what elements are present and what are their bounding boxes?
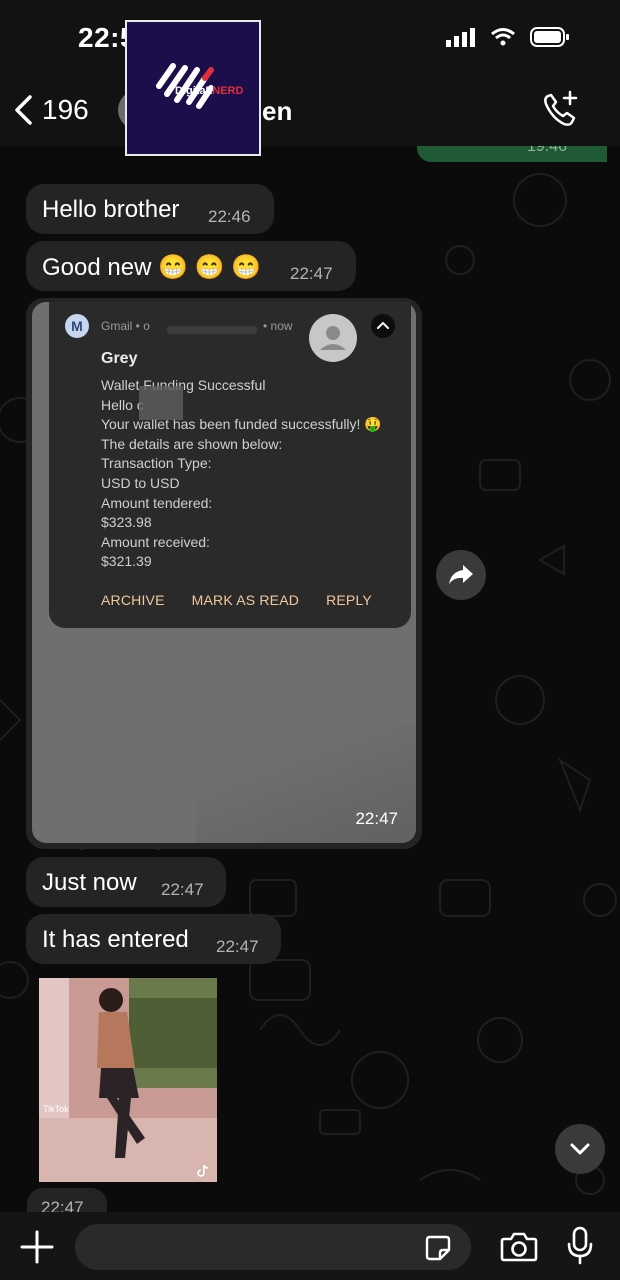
voice-message-button[interactable] (566, 1226, 594, 1271)
redaction-bar (167, 326, 257, 334)
reply-action: REPLY (326, 592, 372, 608)
expand-notification-button (371, 314, 395, 338)
received-message[interactable]: Hello brother 22:46 (26, 184, 274, 234)
received-message[interactable]: It has entered 22:47 (26, 914, 281, 964)
signal-icon (446, 28, 475, 47)
video-message-thumbnail[interactable]: TikTok (39, 978, 217, 1182)
archive-action: ARCHIVE (101, 592, 165, 608)
redaction-blur (139, 386, 183, 420)
message-text: It has entered (42, 926, 189, 953)
chevron-left-icon (15, 95, 32, 125)
brand-logo-overlay: DigitaLNERD (125, 20, 261, 156)
add-call-button[interactable] (540, 90, 580, 135)
forward-button[interactable] (436, 550, 486, 600)
battery-icon (530, 27, 569, 47)
plus-icon (20, 1230, 54, 1264)
message-time: 22:47 (161, 880, 204, 899)
mark-as-read-action: MARK AS READ (191, 592, 300, 608)
gmail-icon: M (65, 314, 89, 338)
received-message[interactable]: Just now 22:47 (26, 857, 226, 907)
camera-icon (500, 1232, 538, 1262)
video-frame (39, 978, 217, 1182)
notification-line: Amount received: (101, 533, 210, 550)
contact-name[interactable]: en (262, 96, 292, 127)
message-text: Good new 😁 😁 😁 (42, 254, 262, 281)
chat-header: 196 en (0, 80, 620, 146)
brand-logo-text: DigitaLNERD (175, 85, 244, 97)
mic-icon (567, 1226, 593, 1265)
message-time: 22:47 (216, 937, 259, 956)
notification-line: $321.39 (101, 553, 152, 570)
notification-app: Gmail • o (101, 319, 150, 333)
chevron-down-icon (570, 1143, 590, 1155)
status-bar: 22:5 (0, 0, 620, 80)
message-input[interactable] (75, 1224, 471, 1270)
scroll-to-bottom-button[interactable] (555, 1124, 605, 1174)
notification-line: The details are shown below: (101, 435, 283, 452)
tiktok-watermark: TikTok (43, 1104, 69, 1114)
message-time: 22:46 (208, 207, 251, 226)
tiktok-icon (197, 1164, 209, 1177)
sticker-button[interactable] (424, 1234, 452, 1267)
gmail-notification: M Gmail • o • now Grey Wallet Funding Su… (49, 302, 411, 628)
screenshot-image[interactable]: M Gmail • o • now Grey Wallet Funding Su… (32, 302, 416, 843)
message-text: Hello brother (42, 196, 180, 223)
sender-avatar-icon (309, 314, 357, 362)
message-time: 22:47 (290, 264, 333, 283)
wifi-icon (491, 28, 515, 46)
chevron-up-icon (377, 321, 389, 329)
brand-logo: DigitaLNERD (156, 63, 244, 109)
back-button[interactable]: 196 (12, 94, 89, 126)
image-message[interactable]: M Gmail • o • now Grey Wallet Funding Su… (26, 298, 422, 849)
forward-icon (449, 565, 473, 584)
sent-message-bubble[interactable]: 19:46 (417, 138, 607, 162)
attach-button[interactable] (18, 1228, 56, 1271)
notification-time: • now (263, 319, 293, 333)
camera-button[interactable] (500, 1230, 538, 1269)
sticker-icon (425, 1235, 451, 1261)
notification-line: Amount tendered: (101, 494, 213, 511)
system-icons (446, 26, 570, 48)
notification-line: USD to USD (101, 474, 180, 491)
notification-line: $323.98 (101, 514, 152, 531)
phone-plus-icon (544, 90, 578, 126)
received-message[interactable]: Good new 😁 😁 😁 22:47 (26, 241, 356, 291)
notification-actions: ARCHIVE MARK AS READ REPLY (101, 592, 372, 608)
unread-count: 196 (42, 94, 89, 125)
notification-line: Transaction Type: (101, 455, 212, 472)
notification-sender: Grey (101, 350, 138, 367)
message-text: Just now (42, 869, 137, 896)
message-composer (0, 1212, 620, 1280)
image-message-time: 22:47 (355, 809, 398, 828)
